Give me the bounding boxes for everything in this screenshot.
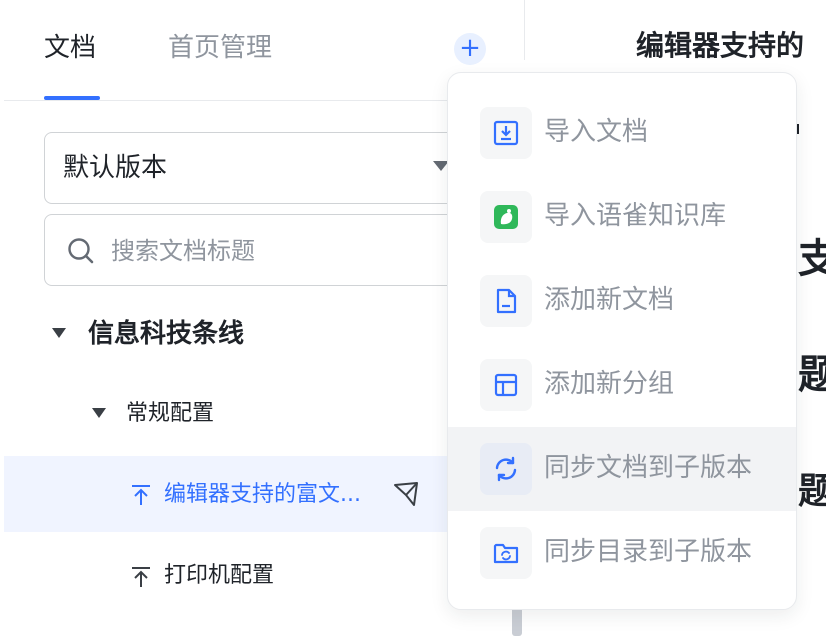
menu-item-label: 同步文档到子版本 (544, 453, 753, 483)
yuque-icon (480, 191, 532, 243)
document-heading-fragment: 支 (798, 236, 826, 282)
version-select-value: 默认版本 (63, 153, 168, 183)
pin-top-icon (132, 567, 150, 587)
document-heading-fragment: 题 (798, 352, 826, 398)
menu-item-new-doc[interactable]: 添加新文档 (448, 259, 796, 343)
menu-item-new-group[interactable]: 添加新分组 (448, 343, 796, 427)
sync-icon (480, 443, 532, 495)
search-icon (68, 238, 94, 264)
menu-item-label: 添加新文档 (544, 285, 675, 315)
menu-item-label: 导入语雀知识库 (544, 201, 727, 231)
version-select[interactable]: 默认版本 (44, 132, 484, 204)
tree-item-label[interactable]: 打印机配置 (164, 560, 274, 592)
menu-item-label: 同步目录到子版本 (544, 537, 753, 567)
tree-item-label[interactable]: 编辑器支持的富文... (164, 479, 361, 511)
menu-item-label: 添加新分组 (544, 369, 675, 399)
add-button[interactable]: + (454, 33, 486, 65)
tab-home-manage[interactable]: 首页管理 (168, 28, 272, 68)
tree-subgroup-label[interactable]: 常规配置 (126, 398, 214, 430)
menu-item-import-yuque[interactable]: 导入语雀知识库 (448, 175, 796, 259)
new-doc-icon (480, 275, 532, 327)
add-menu: 导入文档 导入语雀知识库 添加新文档 添加新分组 同步文档到子版本 同步目录到子… (447, 72, 797, 610)
caret-down-icon[interactable] (92, 408, 106, 418)
sync-folder-icon (480, 527, 532, 579)
tree-group-label[interactable]: 信息科技条线 (88, 316, 244, 352)
new-group-icon (480, 359, 532, 411)
menu-item-sync-folder[interactable]: 同步目录到子版本 (448, 511, 796, 595)
panel-divider (524, 0, 525, 60)
caret-down-icon[interactable] (52, 328, 66, 338)
tab-docs[interactable]: 文档 (44, 28, 96, 68)
search-input[interactable] (109, 229, 453, 273)
document-heading-fragment: 题 (798, 471, 826, 512)
send-icon[interactable] (392, 480, 420, 508)
document-title: 编辑器支持的 (636, 29, 805, 62)
menu-item-import-doc[interactable]: 导入文档 (448, 91, 796, 175)
menu-item-label: 导入文档 (544, 117, 649, 147)
search-box[interactable] (44, 214, 484, 286)
menu-item-sync-doc[interactable]: 同步文档到子版本 (448, 427, 796, 511)
import-doc-icon (480, 107, 532, 159)
pin-top-icon (132, 485, 150, 505)
